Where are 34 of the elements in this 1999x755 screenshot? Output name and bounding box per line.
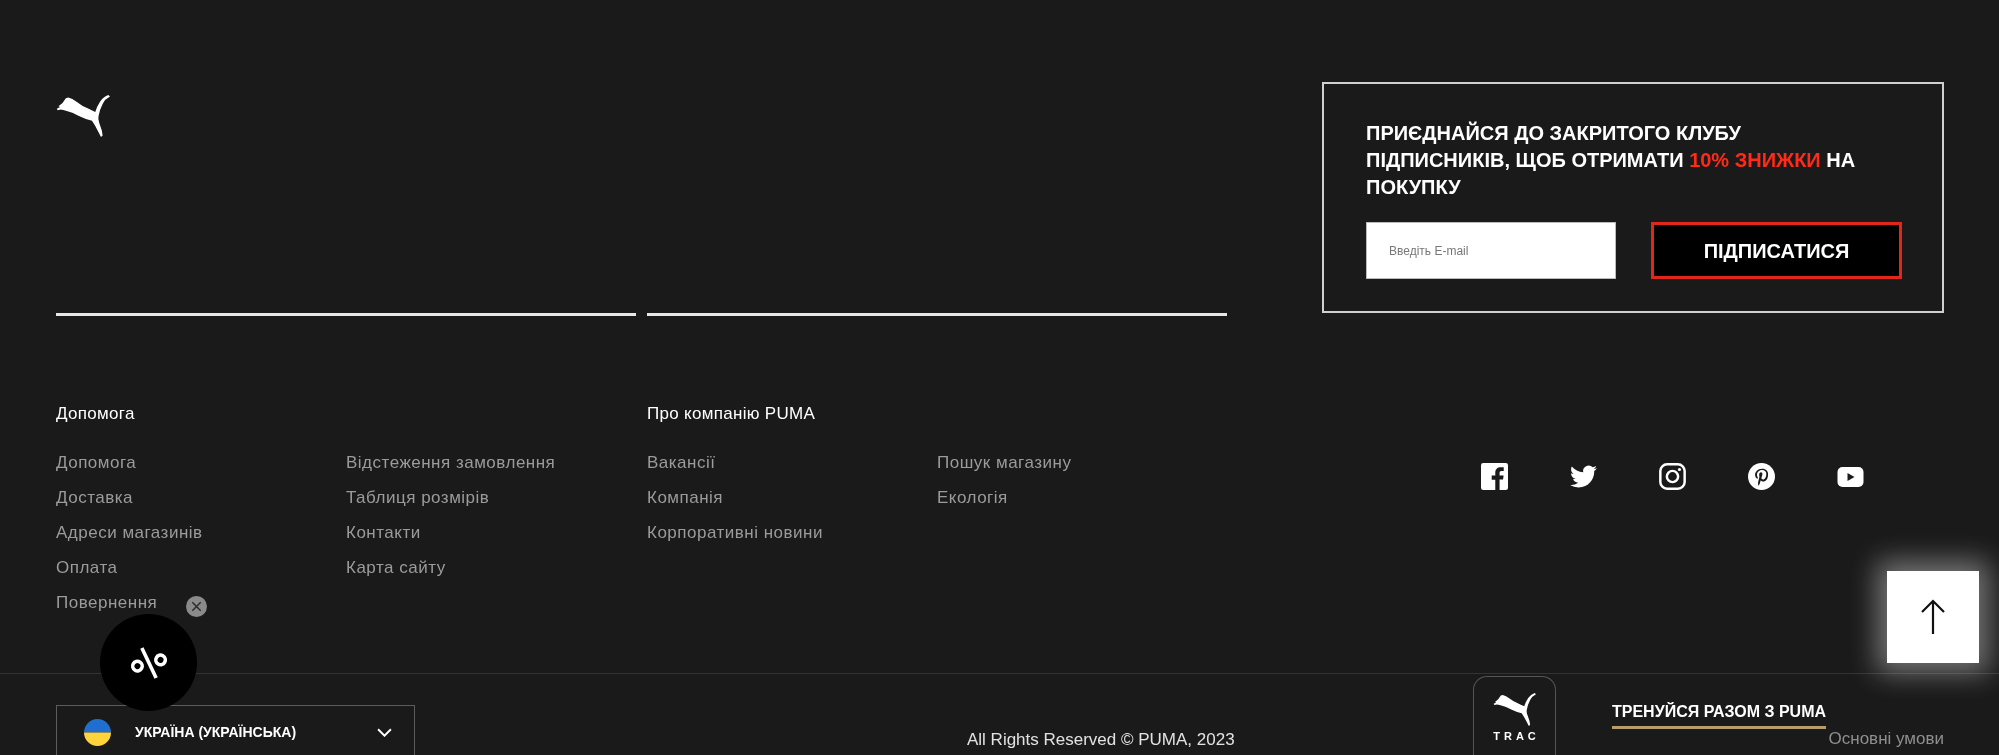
section-heading: Про компанію PUMA	[647, 403, 816, 425]
facebook-icon[interactable]	[1481, 463, 1508, 490]
section-heading: Допомога	[56, 403, 135, 425]
footer-link[interactable]: Адреси магазинів	[56, 523, 203, 543]
copyright-text: All Rights Reserved © PUMA, 2023	[967, 730, 1235, 750]
subscribe-button[interactable]: ПІДПИСАТИСЯ	[1651, 222, 1902, 279]
footer-link[interactable]: Екологія	[937, 488, 1008, 508]
footer-link[interactable]: Вакансії	[647, 453, 716, 473]
instagram-icon[interactable]	[1659, 463, 1686, 490]
terms-link[interactable]: Основні умови	[1828, 729, 1944, 749]
footer-link[interactable]: Оплата	[56, 558, 118, 578]
footer-link[interactable]: Доставка	[56, 488, 133, 508]
cat-logo-icon[interactable]	[56, 95, 110, 137]
footer-link[interactable]: Карта сайту	[346, 558, 446, 578]
close-icon[interactable]	[186, 596, 207, 617]
newsletter-heading: ПРИЄДНАЙСЯ ДО ЗАКРИТОГО КЛУБУ ПІДПИСНИКІВ, ЩОБ ОТРИМАТИ 10% ЗНИЖКИ НА ПОКУПКУ	[1366, 120, 1857, 200]
pinterest-icon[interactable]	[1748, 463, 1775, 490]
footer-link[interactable]: Допомога	[56, 453, 137, 473]
train-link[interactable]: ТРЕНУЙСЯ РАЗОМ З PUMA	[1612, 702, 1827, 729]
arrow-up-icon	[1920, 599, 1946, 635]
footer-link[interactable]: Повернення	[56, 593, 158, 613]
footer-link[interactable]: Компанія	[647, 488, 724, 508]
chevron-down-icon	[377, 728, 392, 737]
cat-logo-icon	[1493, 693, 1536, 726]
footer-link[interactable]: Пошук магазину	[937, 453, 1072, 473]
youtube-icon[interactable]	[1837, 467, 1864, 487]
footer-link[interactable]: Таблиця розмірів	[346, 488, 490, 508]
footer-link[interactable]: Корпоративні новини	[647, 523, 823, 543]
email-field[interactable]: Введіть E-mail	[1366, 222, 1616, 279]
flag-icon	[84, 719, 111, 746]
twitter-icon[interactable]	[1570, 463, 1597, 490]
app-tile[interactable]: TRAC	[1473, 676, 1556, 755]
footer-link[interactable]: Відстеження замовлення	[346, 453, 556, 473]
footer-link[interactable]: Контакти	[346, 523, 421, 543]
